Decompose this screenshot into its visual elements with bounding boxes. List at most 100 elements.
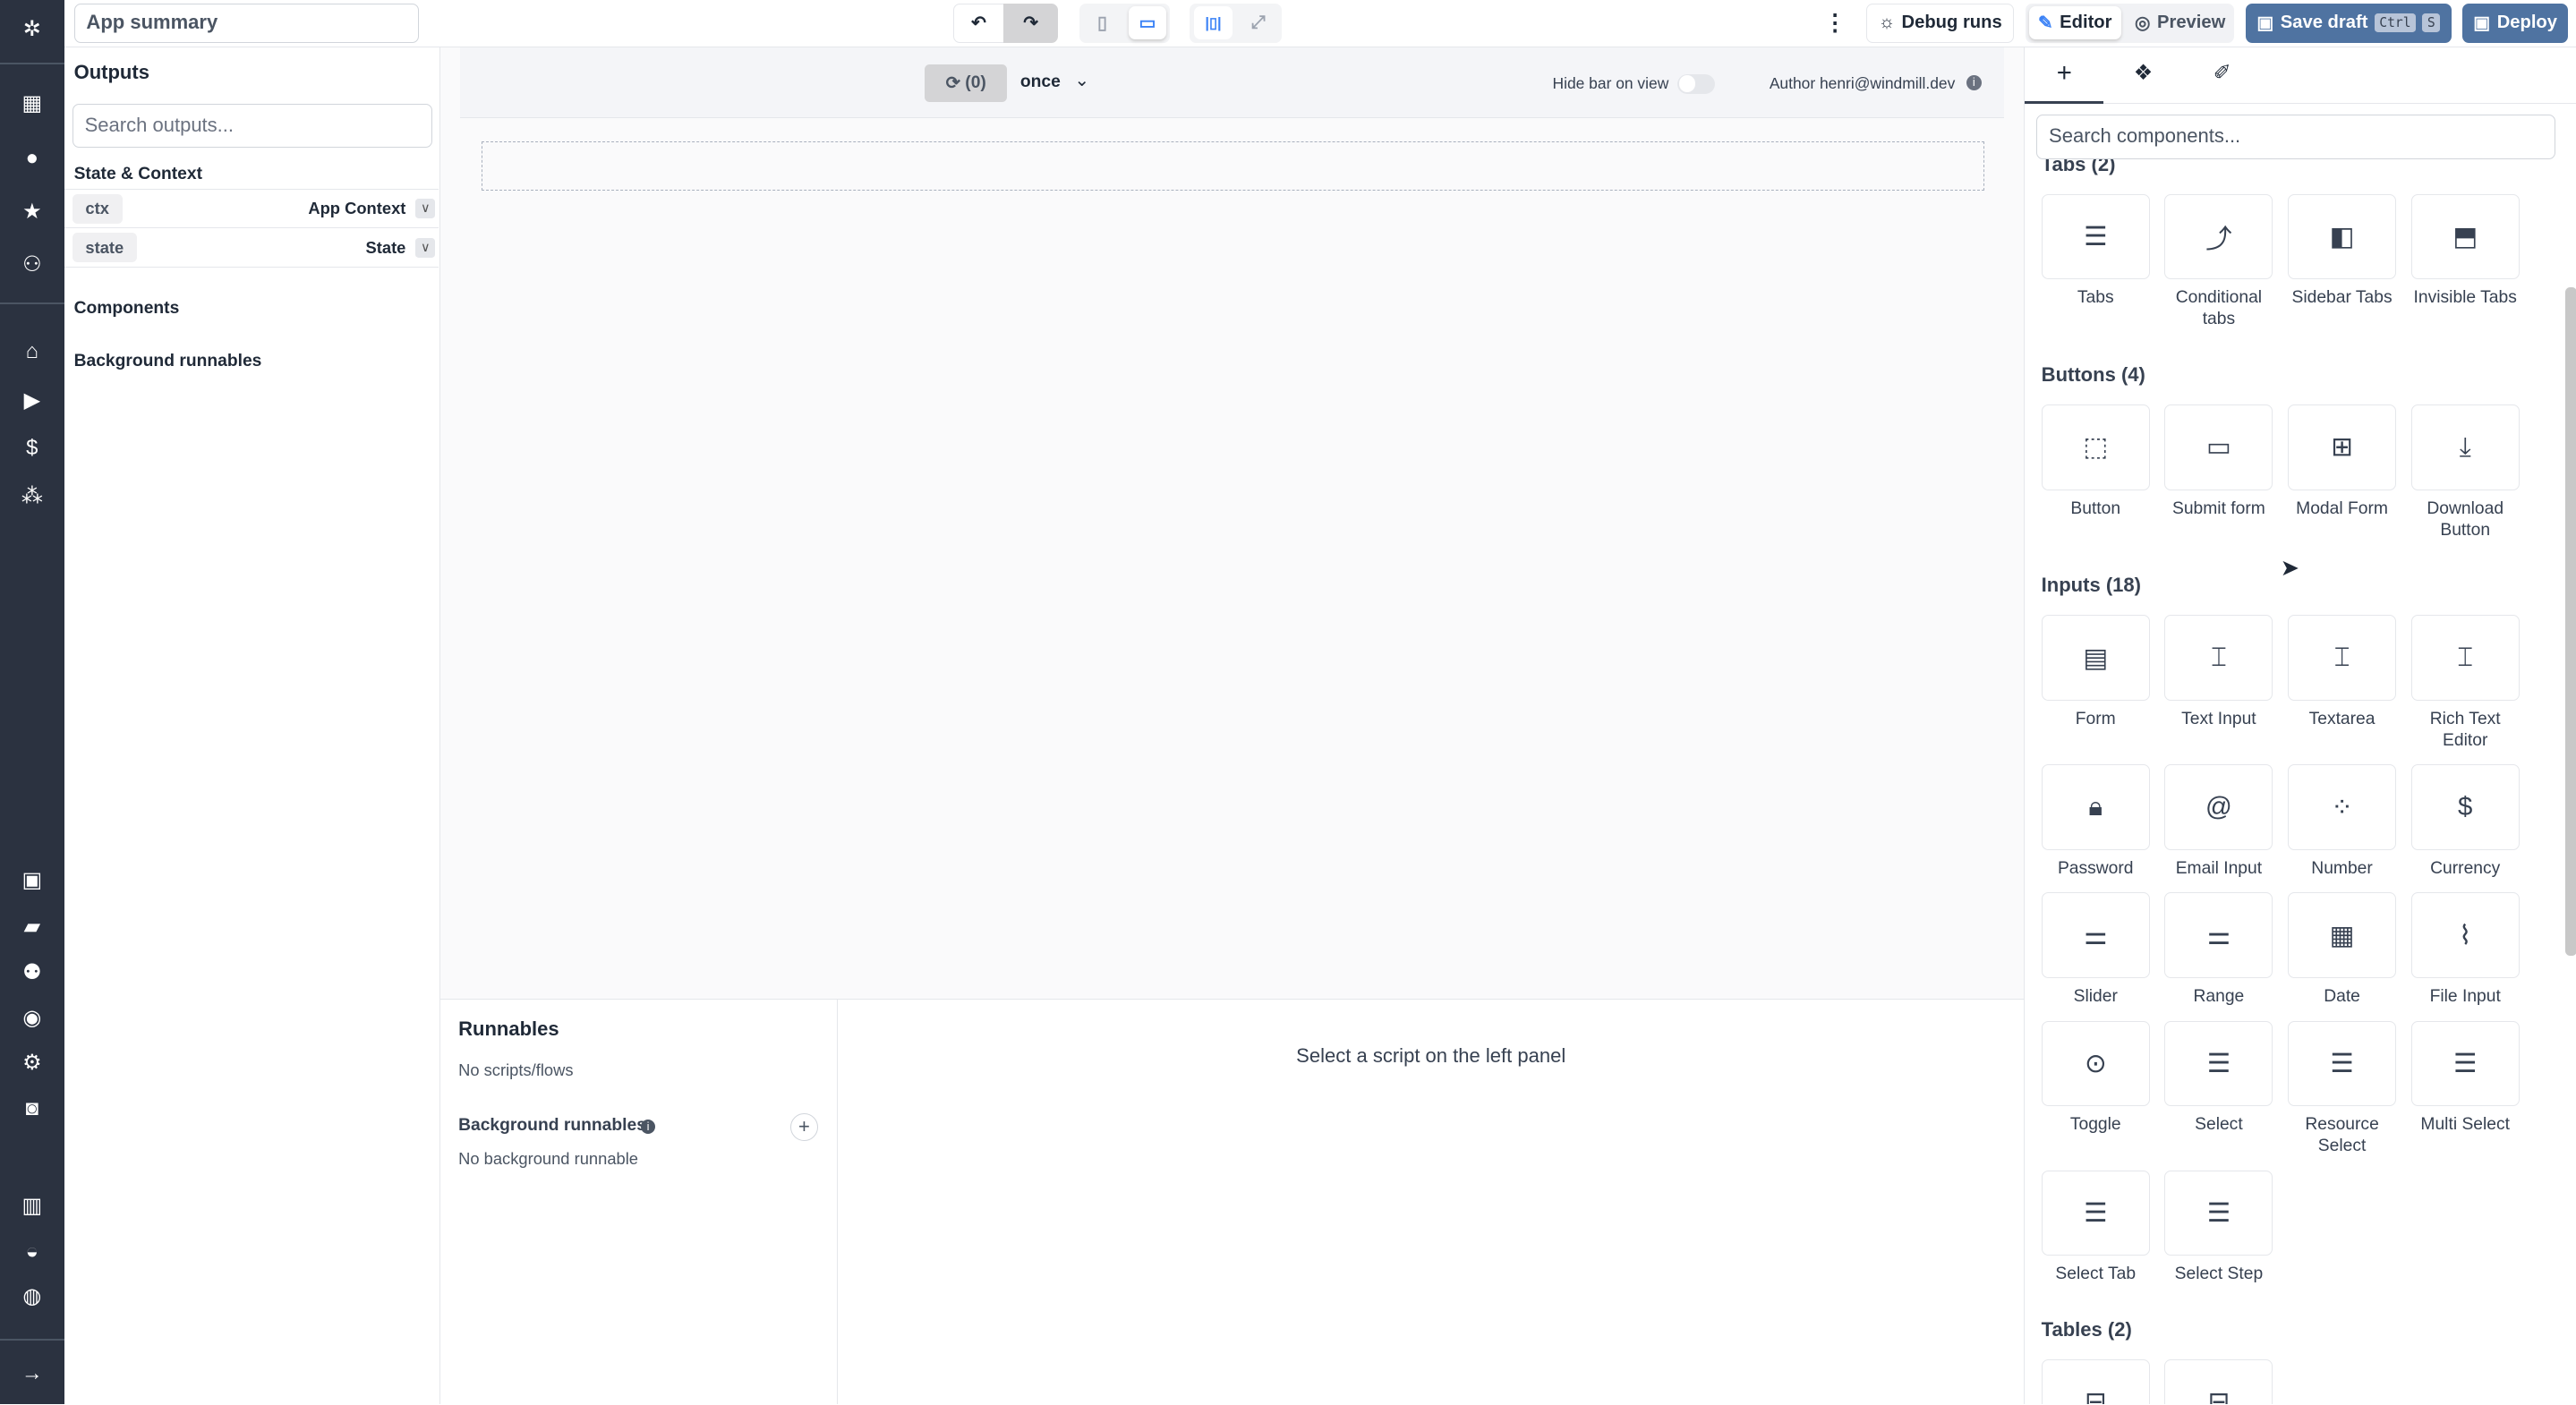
robot-icon[interactable]: ◙: [0, 1095, 64, 1121]
text-cursor-icon[interactable]: ⌶: [2287, 615, 2397, 701]
github-icon[interactable]: ◍: [0, 1283, 64, 1309]
gear-icon[interactable]: ⚙: [0, 1050, 64, 1076]
list-icon[interactable]: ☰: [2041, 193, 2150, 280]
chevron-down-icon[interactable]: ∨: [415, 237, 436, 258]
component-card[interactable]: ⊟: [2164, 1358, 2273, 1405]
expand-arrow-icon[interactable]: →: [0, 1360, 64, 1386]
component-card[interactable]: ⌇ File Input: [2410, 892, 2520, 1007]
component-card[interactable]: ⬒ Invisible Tabs: [2410, 193, 2520, 330]
preview-tab[interactable]: ◎ Preview: [2128, 6, 2232, 39]
chevron-down-icon[interactable]: ⌄: [1074, 69, 1089, 91]
chevron-down-icon[interactable]: ∨: [415, 199, 436, 219]
list-icon[interactable]: ☰: [2164, 1020, 2273, 1107]
book-icon[interactable]: ▥: [0, 1193, 64, 1219]
component-card[interactable]: ⚌ Range: [2164, 892, 2273, 1007]
component-card[interactable]: @ Email Input: [2164, 764, 2273, 879]
component-card[interactable]: ☰ Tabs: [2041, 193, 2150, 330]
component-card[interactable]: 🔒︎ Password: [2041, 764, 2150, 879]
app-title-input[interactable]: App summary: [73, 3, 420, 43]
hide-bar-toggle[interactable]: [1677, 73, 1716, 94]
insert-tab-plus-icon[interactable]: +: [2025, 47, 2104, 104]
component-card[interactable]: ⬚ Button: [2041, 404, 2150, 541]
component-card[interactable]: ⌶ Text Input: [2164, 615, 2273, 751]
search-components-input[interactable]: Search components...: [2036, 115, 2556, 160]
building-icon[interactable]: ▦: [0, 90, 64, 116]
component-card[interactable]: ☰ Select Tab: [2041, 1170, 2150, 1285]
scrollbar[interactable]: [2565, 287, 2576, 957]
user-icon[interactable]: ●: [0, 145, 64, 171]
component-card[interactable]: ⤴ Conditional tabs: [2164, 193, 2273, 330]
home-icon[interactable]: ⌂: [0, 338, 64, 364]
cubes-icon[interactable]: ⁂: [0, 483, 64, 509]
info-icon[interactable]: i: [1966, 75, 1982, 90]
debug-runs-button[interactable]: ☼ Debug runs: [1866, 3, 2015, 43]
split-icon[interactable]: ⤴: [2164, 193, 2273, 280]
paperclip-icon[interactable]: ⌇: [2410, 892, 2520, 978]
fixed-width-icon[interactable]: |▯|: [1194, 6, 1233, 40]
list-icon[interactable]: ☰: [2410, 1020, 2520, 1107]
text-cursor-icon[interactable]: ⌶: [2410, 615, 2520, 701]
users-icon[interactable]: ⚇: [0, 251, 64, 277]
play-icon[interactable]: ▶: [0, 387, 64, 413]
table-icon[interactable]: ⊟: [2164, 1358, 2273, 1405]
lock-icon[interactable]: 🔒︎: [2041, 764, 2150, 850]
deploy-button[interactable]: ▣ Deploy: [2462, 3, 2568, 43]
component-card[interactable]: ⤓ Download Button: [2410, 404, 2520, 541]
at-icon[interactable]: @: [2164, 764, 2273, 850]
mobile-view-icon[interactable]: ▯: [1084, 6, 1120, 39]
download-icon[interactable]: ⤓: [2410, 404, 2520, 490]
theme-brush-tab-icon[interactable]: ✐: [2183, 47, 2262, 103]
toggle-icon[interactable]: ⊙: [2041, 1020, 2150, 1107]
full-width-icon[interactable]: ⤢: [1241, 6, 1276, 39]
calendar-icon[interactable]: ▦: [2287, 892, 2397, 978]
components-tab-icon[interactable]: ❖: [2103, 47, 2182, 103]
component-card[interactable]: ☰ Select Step: [2164, 1170, 2273, 1285]
refresh-button[interactable]: ⟳ (0): [925, 64, 1008, 102]
dollar-icon[interactable]: $: [2410, 764, 2520, 850]
component-card[interactable]: ▤ Form: [2041, 615, 2150, 751]
component-card[interactable]: ⁘ Number: [2287, 764, 2397, 879]
state-row[interactable]: state State ∨: [64, 228, 439, 268]
component-card[interactable]: ⌶ Rich Text Editor: [2410, 615, 2520, 751]
desktop-view-icon[interactable]: ▭: [1128, 6, 1167, 40]
more-menu-icon[interactable]: ⋮: [1822, 4, 1848, 43]
eye-icon[interactable]: ◉: [0, 1005, 64, 1031]
component-card[interactable]: ⊙ Toggle: [2041, 1020, 2150, 1157]
folder-icon[interactable]: ▰: [0, 914, 64, 940]
component-card[interactable]: ⊟: [2041, 1358, 2150, 1405]
calendar-icon[interactable]: ▣: [0, 867, 64, 893]
ctx-row[interactable]: ctx App Context ∨: [64, 189, 439, 229]
component-card[interactable]: ◧ Sidebar Tabs: [2287, 193, 2397, 330]
grid-drop-zone[interactable]: [481, 140, 1985, 191]
component-card[interactable]: ⚌ Slider: [2041, 892, 2150, 1007]
search-outputs-input[interactable]: Search outputs...: [72, 103, 432, 149]
component-card[interactable]: ▭ Submit form: [2164, 404, 2273, 541]
add-background-runnable-button[interactable]: +: [789, 1112, 819, 1141]
groups-icon[interactable]: ⚉: [0, 959, 64, 985]
sidebar-icon[interactable]: ◧: [2287, 193, 2397, 280]
refresh-frequency-select[interactable]: once: [1020, 72, 1061, 92]
discord-icon[interactable]: ◒: [0, 1239, 64, 1264]
windmill-logo-icon[interactable]: ✲: [0, 16, 64, 42]
component-card[interactable]: ☰ Resource Select: [2287, 1020, 2397, 1157]
undo-button[interactable]: ↶: [952, 3, 1004, 43]
component-card[interactable]: ☰ Select: [2164, 1020, 2273, 1157]
star-icon[interactable]: ★: [0, 199, 64, 225]
editor-tab[interactable]: ✎ Editor: [2028, 6, 2121, 40]
plus-square-icon[interactable]: ⊞: [2287, 404, 2397, 490]
list-icon[interactable]: ☰: [2287, 1020, 2397, 1107]
info-icon[interactable]: i: [640, 1119, 656, 1135]
component-card[interactable]: ☰ Multi Select: [2410, 1020, 2520, 1157]
binary-icon[interactable]: ⁘: [2287, 764, 2397, 850]
sliders-icon[interactable]: ⚌: [2041, 892, 2150, 978]
window-icon[interactable]: ⬒: [2410, 193, 2520, 280]
component-card[interactable]: ⊞ Modal Form: [2287, 404, 2397, 541]
list-icon[interactable]: ☰: [2041, 1170, 2150, 1256]
component-card[interactable]: ⌶ Textarea: [2287, 615, 2397, 751]
text-cursor-icon[interactable]: ⌶: [2164, 615, 2273, 701]
list-icon[interactable]: ☰: [2164, 1170, 2273, 1256]
file-text-icon[interactable]: ▤: [2041, 615, 2150, 701]
form-input-icon[interactable]: ▭: [2164, 404, 2273, 490]
sliders-icon[interactable]: ⚌: [2164, 892, 2273, 978]
pointer-icon[interactable]: ⬚: [2041, 404, 2150, 490]
